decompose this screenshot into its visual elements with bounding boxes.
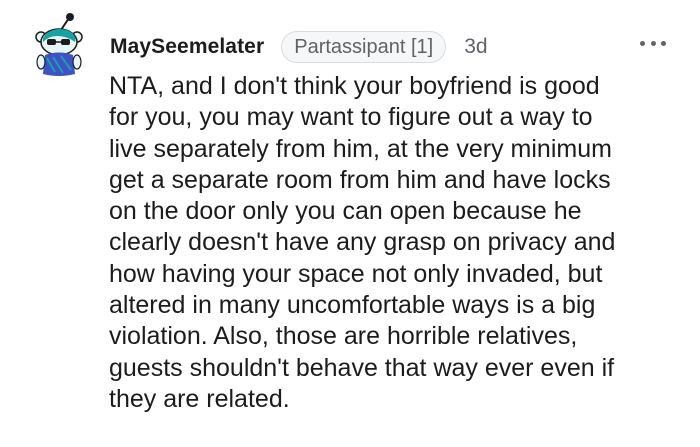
comment-body-line: altered in many uncomfortable ways is a …: [109, 291, 596, 320]
comment-body-line: how having your space not only invaded, …: [109, 259, 603, 288]
comment-body-line: clearly doesn't have any grasp on privac…: [109, 228, 616, 257]
comment-header: MaySeemelater Partassipant [1] 3d: [110, 30, 488, 64]
comment-timestamp[interactable]: 3d: [464, 35, 487, 59]
comment-body-line: they are related.: [109, 384, 290, 413]
comment-card: MaySeemelater Partassipant [1] 3d NTA, a…: [0, 0, 700, 447]
ellipsis-dot: [650, 40, 656, 46]
comment-body-line: on the door only you can open because he: [109, 197, 582, 226]
avatar[interactable]: [33, 12, 85, 78]
comment-body-line: violation. Also, those are horrible rela…: [109, 322, 578, 351]
user-flair: Partassipant [1]: [281, 31, 447, 63]
comment-body-line: live separately from him, at the very mi…: [109, 134, 612, 163]
ellipsis-icon[interactable]: [640, 38, 666, 48]
username-link[interactable]: MaySeemelater: [110, 35, 264, 59]
comment-body: NTA, and I don't think your boyfriend is…: [109, 71, 679, 415]
comment-body-line: for you, you may want to figure out a wa…: [109, 103, 593, 132]
ellipsis-dot: [640, 40, 645, 46]
comment-body-line: get a separate room from him and have lo…: [109, 165, 611, 194]
comment-body-line: NTA, and I don't think your boyfriend is…: [109, 72, 600, 100]
snoo-avatar-icon: [35, 13, 83, 76]
ellipsis-dot: [661, 40, 666, 46]
comment-body-line: guests shouldn't behave that way ever ev…: [109, 353, 615, 382]
